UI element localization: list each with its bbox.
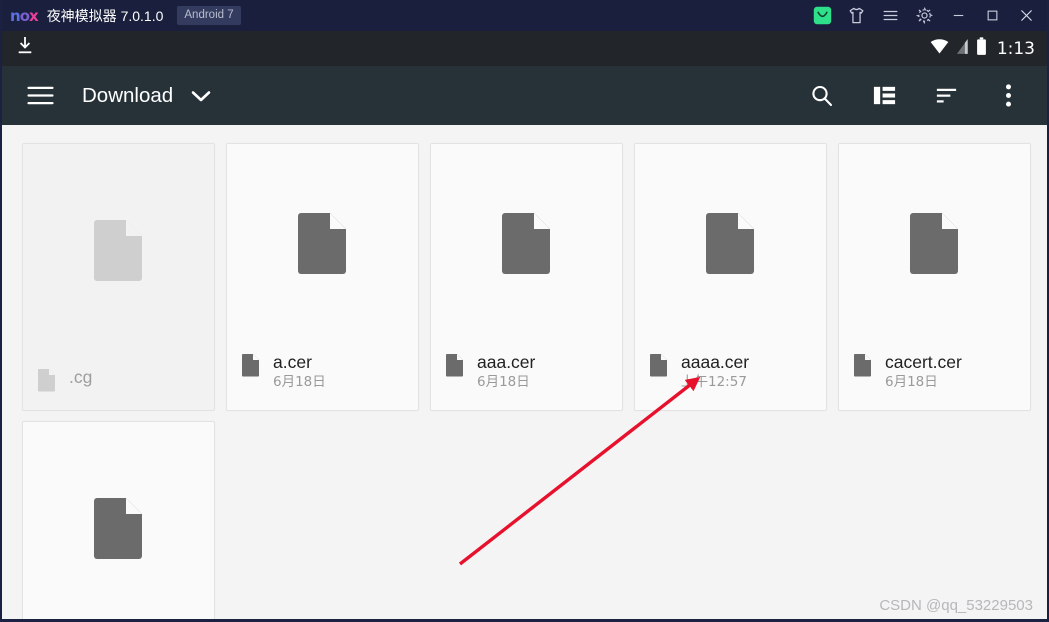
file-name: aaaa.cer xyxy=(681,352,750,372)
nox-logo: nox xyxy=(10,6,39,25)
file-thumbnail xyxy=(227,144,418,351)
file-thumbnail xyxy=(635,144,826,351)
file-card[interactable]: aaa.cer 6月18日 xyxy=(430,143,623,411)
document-icon xyxy=(445,351,464,377)
file-card[interactable] xyxy=(22,421,215,619)
file-name: aaa.cer xyxy=(477,352,536,372)
file-date: 6月18日 xyxy=(885,374,938,390)
file-thumbnail xyxy=(431,144,622,351)
document-icon xyxy=(92,217,146,281)
view-list-icon[interactable] xyxy=(853,66,915,125)
hamburger-icon[interactable] xyxy=(20,76,60,116)
file-date: 上午12:57 xyxy=(681,374,747,390)
file-card-meta: aaaa.cer 上午12:57 xyxy=(681,351,749,392)
file-card-meta: .cg xyxy=(69,366,92,388)
menu-icon[interactable] xyxy=(873,0,907,31)
document-icon xyxy=(92,495,146,559)
overflow-menu-icon[interactable] xyxy=(977,66,1039,125)
signal-icon xyxy=(956,38,969,60)
chevron-down-icon[interactable] xyxy=(183,76,219,116)
maximize-icon[interactable] xyxy=(975,0,1009,31)
file-card[interactable]: aaaa.cer 上午12:57 xyxy=(634,143,827,411)
tshirt-icon[interactable] xyxy=(839,0,873,31)
file-thumbnail xyxy=(23,422,214,619)
file-thumbnail xyxy=(23,144,214,366)
watermark: CSDN @qq_53229503 xyxy=(879,597,1033,614)
file-card-meta: aaa.cer 6月18日 xyxy=(477,351,535,392)
app-store-icon[interactable] xyxy=(805,0,839,31)
nox-emulator-window: nox 夜神模拟器 7.0.1.0 Android 7 1:13 Downloa… xyxy=(0,0,1049,622)
file-date: 6月18日 xyxy=(273,374,326,390)
file-card-footer: a.cer 6月18日 xyxy=(227,351,418,410)
file-name: cacert.cer xyxy=(885,352,962,372)
document-icon xyxy=(853,351,872,377)
gear-icon[interactable] xyxy=(907,0,941,31)
document-icon xyxy=(296,210,350,274)
window-title: 夜神模拟器 7.0.1.0 xyxy=(46,7,164,24)
document-icon xyxy=(908,210,962,274)
file-card[interactable]: a.cer 6月18日 xyxy=(226,143,419,411)
file-grid: .cg a.cer 6月18日 aaa.cer 6月18日 aaaa.cer 上… xyxy=(22,143,1039,619)
document-icon xyxy=(500,210,554,274)
document-icon xyxy=(649,351,668,377)
app-bar-title: Download xyxy=(82,83,174,107)
app-bar: Download xyxy=(2,66,1047,125)
file-name: a.cer xyxy=(273,352,312,372)
status-bar-indicators: 1:13 xyxy=(930,36,1035,61)
file-date: 6月18日 xyxy=(477,374,530,390)
file-thumbnail xyxy=(839,144,1030,351)
android-version-badge: Android 7 xyxy=(177,6,241,25)
file-card-footer: .cg xyxy=(23,366,214,410)
file-card-meta: a.cer 6月18日 xyxy=(273,351,326,392)
close-icon[interactable] xyxy=(1009,0,1043,31)
file-name: .cg xyxy=(69,367,93,387)
file-card[interactable]: .cg xyxy=(22,143,215,411)
document-icon xyxy=(241,351,260,377)
file-grid-area: .cg a.cer 6月18日 aaa.cer 6月18日 aaaa.cer 上… xyxy=(2,125,1047,619)
download-icon xyxy=(16,36,34,61)
minimize-icon[interactable] xyxy=(941,0,975,31)
file-card-footer: cacert.cer 6月18日 xyxy=(839,351,1030,410)
battery-icon xyxy=(976,36,987,61)
status-bar-clock: 1:13 xyxy=(996,38,1035,59)
file-card-footer: aaa.cer 6月18日 xyxy=(431,351,622,410)
search-icon[interactable] xyxy=(791,66,853,125)
document-icon xyxy=(37,366,56,392)
window-title-bar: nox 夜神模拟器 7.0.1.0 Android 7 xyxy=(2,0,1047,31)
document-icon xyxy=(704,210,758,274)
wifi-icon xyxy=(930,38,949,59)
file-card-meta: cacert.cer 6月18日 xyxy=(885,351,962,392)
file-card-footer: aaaa.cer 上午12:57 xyxy=(635,351,826,410)
sort-icon[interactable] xyxy=(915,66,977,125)
file-card[interactable]: cacert.cer 6月18日 xyxy=(838,143,1031,411)
android-status-bar: 1:13 xyxy=(2,31,1047,66)
